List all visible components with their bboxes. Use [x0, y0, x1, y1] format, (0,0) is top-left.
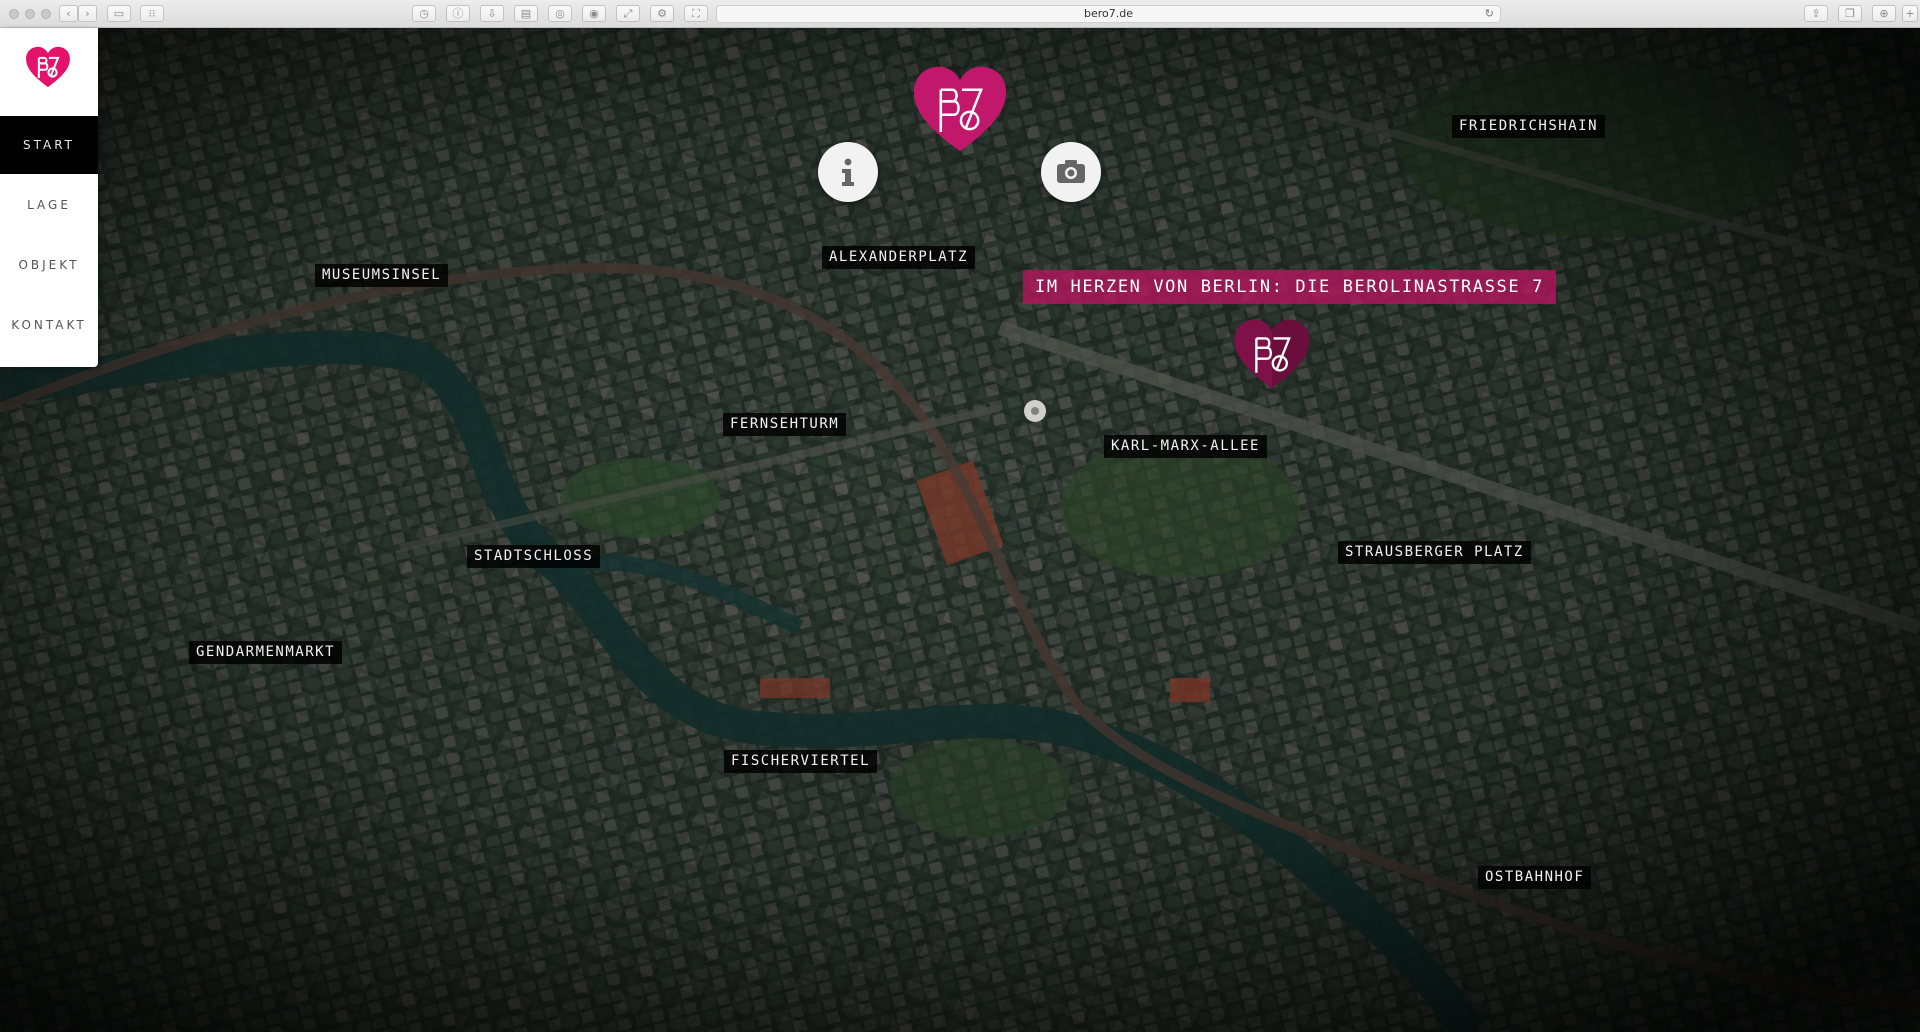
new-tab-icon[interactable]: + [1902, 5, 1918, 22]
tabs-overview-icon[interactable]: ❐ [1838, 5, 1862, 22]
nav-item-objekt[interactable]: OBJEKT [0, 236, 98, 294]
forward-icon[interactable]: › [78, 5, 97, 22]
bero7-logo-icon[interactable] [25, 46, 71, 88]
nav-item-kontakt[interactable]: KONTAKT [0, 296, 98, 354]
location-heart-marker[interactable] [1233, 318, 1311, 390]
history-icon[interactable]: ◷ [412, 5, 436, 22]
label-fischerviertel[interactable]: FISCHERVIERTEL [724, 750, 878, 773]
aerial-map[interactable]: ALEXANDERPLATZ MUSEUMSINSEL FERNSEHTURM … [0, 28, 1920, 1032]
label-stadtschloss[interactable]: STADTSCHLOSS [467, 545, 601, 568]
label-strausberger-platz[interactable]: STRAUSBERGER PLATZ [1338, 541, 1531, 564]
close-window-icon[interactable] [9, 9, 19, 19]
keyboard-icon[interactable]: ▤ [514, 5, 538, 22]
browser-toolbar: ‹ › ▭ ⁝⁝ ◷ ⓘ ⇩ ▤ ◎ ◉ ⤢ ⚙ ⛶ bero7.de ↻ ⇪ … [0, 0, 1920, 28]
label-fernsehturm[interactable]: FERNSEHTURM [723, 413, 847, 436]
label-alexanderplatz[interactable]: ALEXANDERPLATZ [822, 246, 976, 269]
resize-icon[interactable]: ⤢ [616, 5, 640, 22]
extension-icon[interactable]: ⚙ [650, 5, 674, 22]
minimize-window-icon[interactable] [25, 9, 35, 19]
fullscreen-icon[interactable]: ⛶ [684, 5, 708, 22]
camera-icon [1057, 160, 1085, 183]
nav-item-lage[interactable]: LAGE [0, 176, 98, 234]
download-icon[interactable]: ⇩ [480, 5, 504, 22]
back-icon[interactable]: ‹ [59, 5, 78, 22]
nav-item-start[interactable]: START [0, 116, 98, 174]
sidebar-icon[interactable]: ▭ [107, 5, 131, 22]
label-friedrichshain[interactable]: FRIEDRICHSHAIN [1452, 115, 1606, 138]
label-museumsinsel[interactable]: MUSEUMSINSEL [315, 264, 449, 287]
info-icon [842, 158, 854, 186]
reload-icon[interactable]: ↻ [1485, 6, 1494, 22]
label-karl-marx-allee[interactable]: KARL-MARX-ALLEE [1104, 435, 1267, 458]
headline-banner: IM HERZEN VON BERLIN: DIE BEROLINASTRASS… [1023, 270, 1556, 304]
downloads-icon[interactable]: ⊕ [1872, 5, 1896, 22]
label-ostbahnhof[interactable]: OSTBAHNHOF [1478, 866, 1592, 889]
url-text: bero7.de [1083, 7, 1133, 20]
globe-icon[interactable]: ◎ [548, 5, 572, 22]
url-bar[interactable]: bero7.de ↻ [716, 5, 1501, 23]
gallery-button[interactable] [1041, 142, 1101, 202]
aerial-map-image [0, 28, 1920, 1032]
share-icon[interactable]: ⇪ [1804, 5, 1828, 22]
info-toolbar-icon[interactable]: ⓘ [446, 5, 470, 22]
bero7-heart-logo-marker[interactable] [912, 64, 1008, 154]
side-navigation: START LAGE OBJEKT KONTAKT [0, 28, 98, 367]
info-button[interactable] [818, 142, 878, 202]
top-sites-icon[interactable]: ⁝⁝ [140, 5, 164, 22]
zoom-window-icon[interactable] [41, 9, 51, 19]
reader-icon[interactable]: ◉ [582, 5, 606, 22]
label-gendarmenmarkt[interactable]: GENDARMENMARKT [189, 641, 343, 664]
